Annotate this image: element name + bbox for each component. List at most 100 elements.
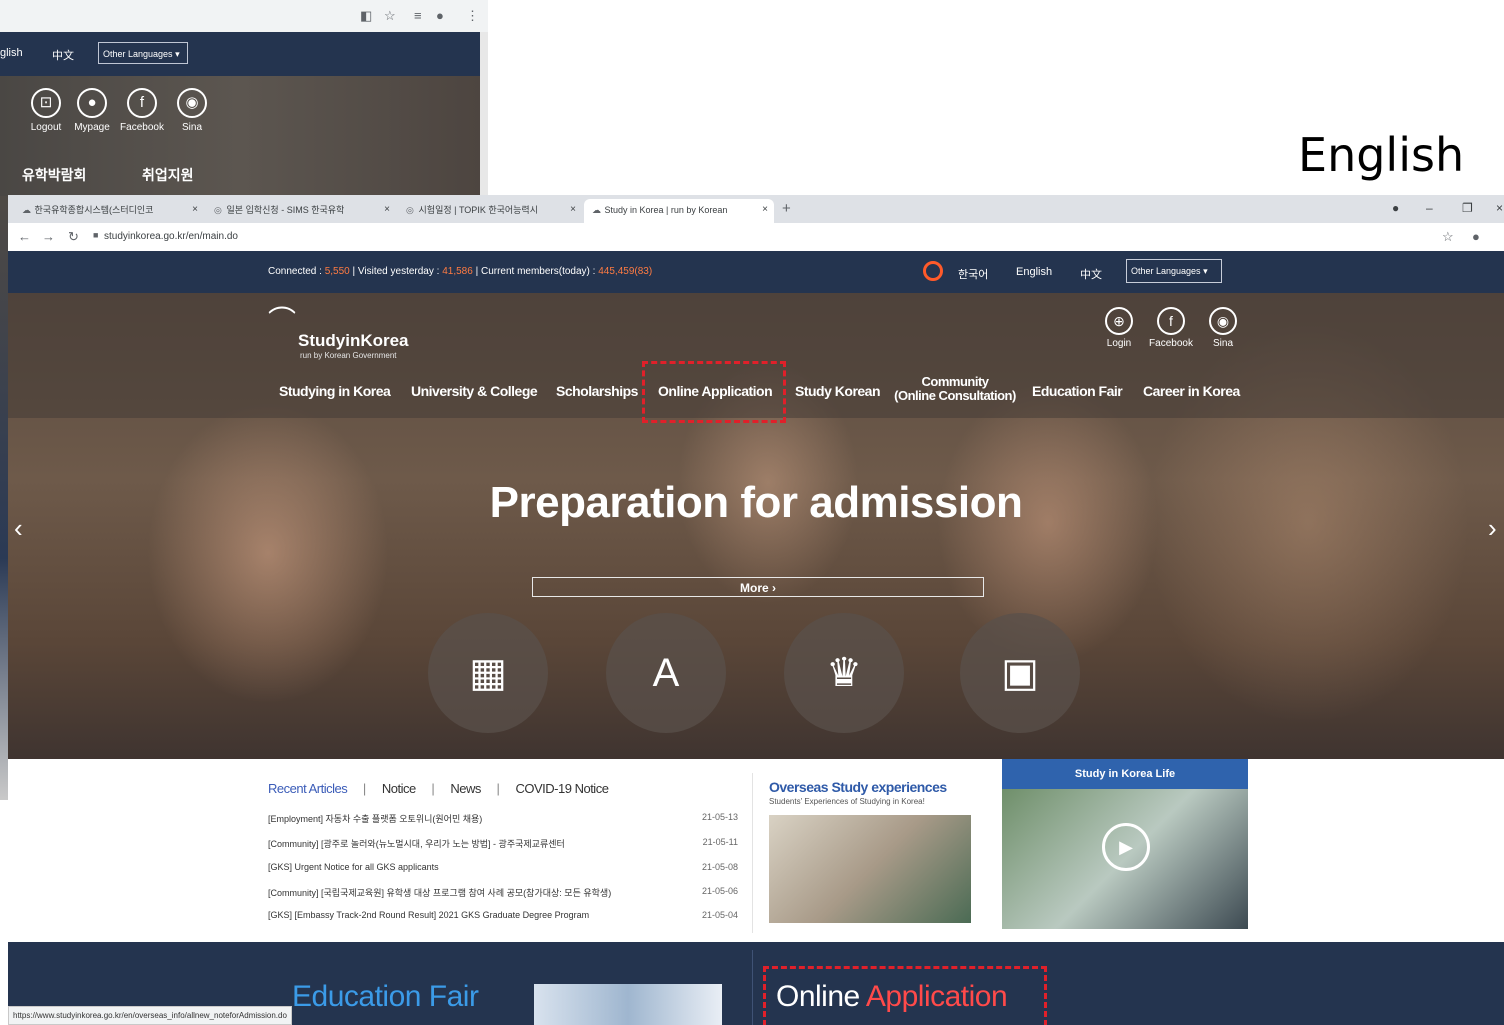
- back-icon[interactable]: ←: [18, 229, 31, 244]
- education-fair-image[interactable]: [534, 984, 722, 1025]
- new-tab-button[interactable]: +: [782, 200, 791, 217]
- tab-sims[interactable]: ◎ 일본 입학신청 - SIMS 한국유학 ×: [206, 199, 396, 223]
- band-divider: [752, 950, 753, 1025]
- reading-list-icon[interactable]: ≡: [414, 8, 422, 23]
- bg-nav-career[interactable]: 취업지원: [142, 165, 194, 185]
- login-label: Login: [1106, 338, 1132, 349]
- profile-icon[interactable]: ●: [1472, 229, 1480, 244]
- nav-studying-in-korea[interactable]: Studying in Korea: [279, 383, 391, 399]
- list-item[interactable]: [Community] [광주로 놀러와(뉴노멀시대, 우리가 노는 방법] -…: [268, 837, 738, 850]
- tab-studyinkorea-ko[interactable]: ☁ 한국유학종합시스템(스터디인코 ×: [14, 199, 204, 223]
- reload-icon[interactable]: ↻: [68, 229, 79, 245]
- bg-logout-button[interactable]: ⊡ Logout: [20, 88, 72, 133]
- facebook-label: Facebook: [1149, 338, 1193, 349]
- lang-english[interactable]: English: [1016, 266, 1052, 278]
- lang-korean[interactable]: 한국어: [958, 266, 988, 282]
- list-item[interactable]: [Community] [국립국제교육원] 유학생 대상 프로그램 참여 사례 …: [268, 886, 738, 899]
- restore-icon[interactable]: ❐: [1462, 201, 1473, 215]
- lang-chinese[interactable]: 中文: [1080, 266, 1102, 282]
- address-bar[interactable]: studyinkorea.go.kr/en/main.do: [104, 231, 238, 242]
- tab-close-icon[interactable]: ×: [192, 199, 198, 221]
- document-hand-icon[interactable]: A: [606, 613, 726, 733]
- nav-study-korean[interactable]: Study Korean: [795, 383, 881, 399]
- nav-career-in-korea[interactable]: Career in Korea: [1143, 383, 1240, 399]
- logo-name: StudyinKorea: [298, 331, 409, 350]
- address-toolbar: ← → ↻ ■ studyinkorea.go.kr/en/main.do ☆ …: [8, 223, 1504, 252]
- profile-icon[interactable]: ●: [436, 8, 444, 23]
- ranking-podium-icon[interactable]: ▦: [428, 613, 548, 733]
- tab-topik[interactable]: ◎ 시험일정 | TOPIK 한국어능력시 ×: [398, 199, 582, 223]
- trophy-icon[interactable]: ♛: [784, 613, 904, 733]
- bookmark-star-icon[interactable]: ☆: [384, 8, 396, 24]
- nav-scholarships[interactable]: Scholarships: [556, 383, 638, 399]
- bg-nav-education-fair[interactable]: 유학박람회: [22, 165, 86, 185]
- visited-count: 41,586: [442, 266, 473, 277]
- logo-subtitle: run by Korean Government: [300, 351, 397, 360]
- nav-community-line2: (Online Consultation): [894, 388, 1016, 403]
- visited-label: | Visited yesterday :: [349, 266, 443, 277]
- list-item[interactable]: [GKS] [Embassy Track-2nd Round Result] 2…: [268, 910, 738, 920]
- bg-lang-english[interactable]: glish: [0, 47, 23, 59]
- play-icon[interactable]: ▶: [1102, 823, 1150, 871]
- globe-favicon-icon: ◎: [214, 205, 222, 215]
- background-site-topbar: glish 中文 Other Languages ▾: [0, 32, 480, 76]
- bg-facebook-label: Facebook: [120, 122, 164, 133]
- article-date: 21-05-13: [701, 812, 738, 822]
- section-divider: [752, 773, 753, 933]
- content-section: Recent Articles | Notice | News | COVID-…: [8, 759, 1504, 942]
- nav-community[interactable]: Community (Online Consultation): [888, 375, 1022, 403]
- site-logo[interactable]: ⌒ StudyinKorea run by Korean Government: [268, 307, 409, 361]
- tab-notice[interactable]: Notice: [382, 781, 416, 796]
- mypage-icon: ●: [77, 88, 107, 118]
- more-button[interactable]: More ›: [532, 577, 984, 597]
- forward-icon[interactable]: →: [42, 229, 55, 244]
- tab-close-icon[interactable]: ×: [762, 199, 768, 221]
- site-topbar: Connected : 5,550 | Visited yesterday : …: [8, 251, 1504, 293]
- education-fair-heading[interactable]: Education Fair: [292, 980, 479, 1014]
- tab-title: Study in Korea | run by Korean: [604, 205, 728, 215]
- background-toolbar: ◧ ☆ ≡ ● ⋮: [0, 0, 488, 32]
- bg-language-select[interactable]: Other Languages ▾: [98, 42, 188, 64]
- menu-kebab-icon[interactable]: ⋮: [466, 8, 479, 24]
- search-icon[interactable]: [923, 261, 943, 281]
- tab-studyinkorea-en[interactable]: ☁ Study in Korea | run by Korean ×: [584, 199, 774, 223]
- tab-recent-articles[interactable]: Recent Articles: [268, 781, 348, 796]
- tab-separator: |: [362, 781, 367, 796]
- minimize-icon[interactable]: –: [1426, 201, 1433, 215]
- article-date: 21-05-04: [701, 910, 738, 920]
- list-item[interactable]: [GKS] Urgent Notice for all GKS applican…: [268, 862, 738, 872]
- bg-lang-chinese[interactable]: 中文: [52, 47, 74, 63]
- background-hero: ⊡ Logout ● Mypage f Facebook ◉ Sina 유학박람…: [0, 76, 480, 196]
- extension-icon[interactable]: ●: [1392, 201, 1399, 215]
- certificate-icon[interactable]: ▣: [960, 613, 1080, 733]
- tab-close-icon[interactable]: ×: [570, 199, 576, 221]
- bg-facebook-button[interactable]: f Facebook: [116, 88, 168, 133]
- cast-icon[interactable]: ◧: [360, 8, 372, 24]
- connected-count: 5,550: [324, 266, 350, 277]
- logout-icon: ⊡: [31, 88, 61, 118]
- visitor-counters: Connected : 5,550 | Visited yesterday : …: [268, 266, 652, 277]
- bg-sina-button[interactable]: ◉ Sina: [166, 88, 218, 133]
- hero-title: Preparation for admission: [489, 478, 1023, 527]
- tab-close-icon[interactable]: ×: [384, 199, 390, 221]
- site-favicon-icon: ☁: [592, 205, 601, 215]
- bg-sina-label: Sina: [181, 122, 202, 133]
- sina-button[interactable]: ◉ Sina: [1198, 307, 1248, 349]
- highlight-box-online-application: [642, 361, 786, 423]
- other-languages-select[interactable]: Other Languages ▾: [1126, 259, 1222, 283]
- bg-mypage-button[interactable]: ● Mypage: [66, 88, 118, 133]
- bookmark-star-icon[interactable]: ☆: [1442, 229, 1454, 245]
- close-window-icon[interactable]: ×: [1496, 201, 1503, 215]
- overseas-experiences-title[interactable]: Overseas Study experiences: [769, 779, 947, 795]
- list-item[interactable]: [Employment] 자동차 수출 플랫폼 오토위니(원어민 채용) 21-…: [268, 812, 738, 825]
- login-button[interactable]: ⊕ Login: [1094, 307, 1144, 349]
- facebook-icon: f: [1157, 307, 1185, 335]
- overseas-experiences-photo[interactable]: [769, 815, 971, 923]
- tab-covid-notice[interactable]: COVID-19 Notice: [516, 781, 609, 796]
- tab-news[interactable]: News: [450, 781, 481, 796]
- nav-education-fair[interactable]: Education Fair: [1032, 383, 1123, 399]
- facebook-button[interactable]: f Facebook: [1146, 307, 1196, 349]
- nav-university-college[interactable]: University & College: [411, 383, 538, 399]
- tab-title: 시험일정 | TOPIK 한국어능력시: [418, 205, 538, 215]
- tab-bar: ☁ 한국유학종합시스템(스터디인코 × ◎ 일본 입학신청 - SIMS 한국유…: [8, 195, 1504, 223]
